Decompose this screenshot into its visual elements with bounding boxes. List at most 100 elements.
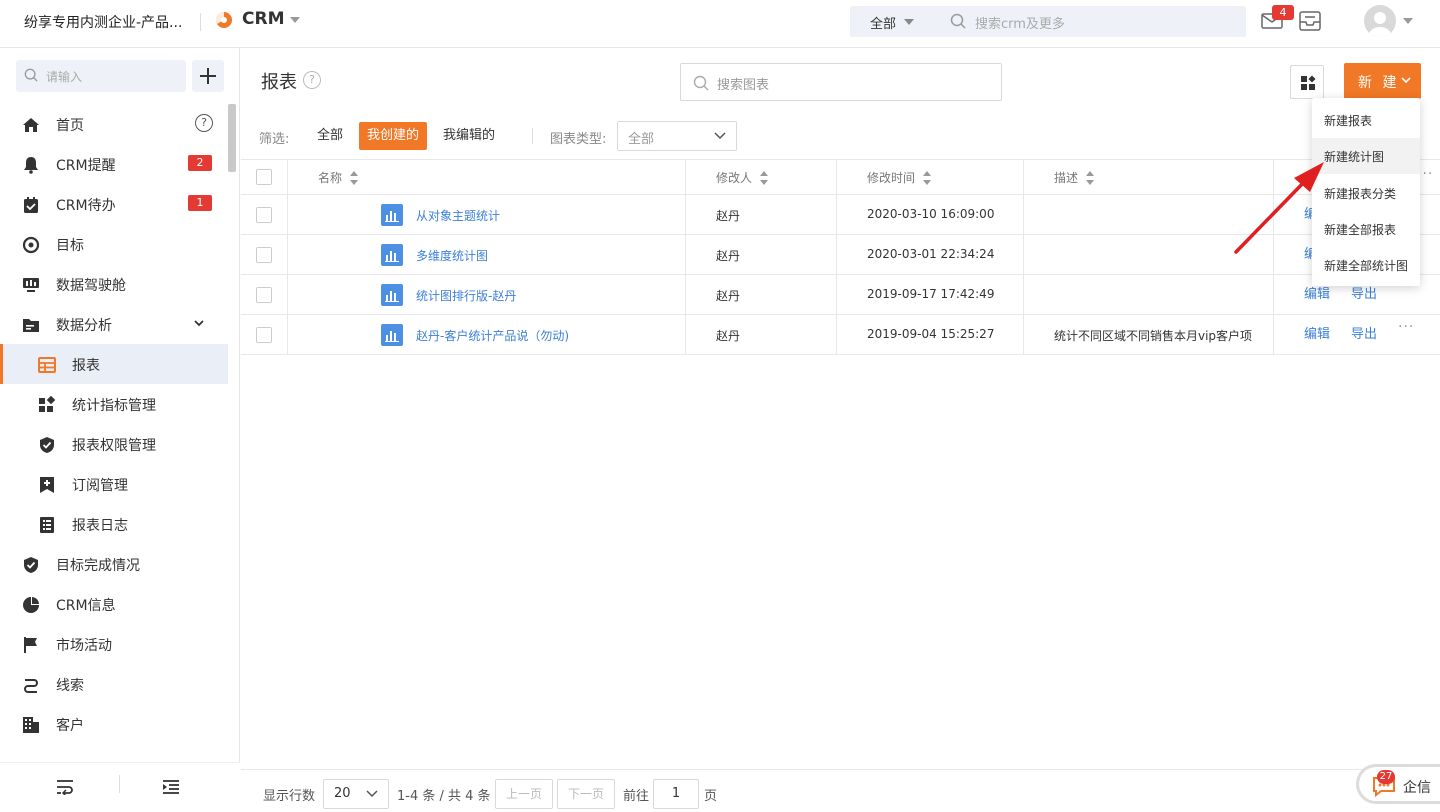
prev-page-button[interactable]: 上一页 bbox=[495, 779, 553, 809]
header-name[interactable]: 名称 bbox=[288, 160, 686, 194]
sidebar-item-home[interactable]: 首页 ? bbox=[0, 104, 228, 144]
desc-cell: 统计不同区域不同销售本月vip客户项 bbox=[1024, 315, 1274, 354]
scope-caret-icon[interactable] bbox=[904, 19, 914, 25]
description: 统计不同区域不同销售本月vip客户项 bbox=[1054, 329, 1253, 343]
report-name-link[interactable]: 从对象主题统计 bbox=[416, 207, 500, 224]
collapse-menu-icon[interactable] bbox=[162, 779, 180, 795]
page-number-input[interactable]: 1 bbox=[653, 779, 699, 809]
row-checkbox[interactable] bbox=[256, 327, 272, 343]
sidebar-item-cockpit[interactable]: 数据驾驶舱 bbox=[0, 264, 228, 304]
report-name-link[interactable]: 赵丹-客户统计产品说（勿动) bbox=[416, 327, 569, 344]
row-checkbox[interactable] bbox=[256, 287, 272, 303]
layout-toggle-button[interactable] bbox=[1290, 65, 1324, 99]
report-name-link[interactable]: 统计图排行版-赵丹 bbox=[416, 287, 516, 304]
more-icon[interactable]: ··· bbox=[1398, 319, 1414, 335]
modifier-cell: 赵丹 bbox=[686, 275, 837, 314]
menu-item-label: 新建统计图 bbox=[1324, 150, 1385, 164]
help-icon[interactable]: ? bbox=[303, 71, 321, 89]
sort-icon[interactable] bbox=[923, 171, 931, 185]
time-cell: 2020-03-01 22:34:24 bbox=[837, 235, 1024, 274]
menu-item-label: 新建报表分类 bbox=[1324, 187, 1397, 201]
column-header: 描述 bbox=[1054, 171, 1079, 185]
qixin-label: 企信 bbox=[1403, 780, 1431, 796]
sidebar-item-report-log[interactable]: 报表日志 bbox=[0, 504, 228, 544]
new-button[interactable]: 新 建 bbox=[1344, 63, 1421, 99]
pie-icon bbox=[23, 597, 39, 613]
sidebar-item-crm-info[interactable]: CRM信息 bbox=[0, 584, 228, 624]
table-row[interactable]: 赵丹-客户统计产品说（勿动) 赵丹 2019-09-04 15:25:27 统计… bbox=[241, 315, 1440, 355]
search-scope[interactable]: 全部 bbox=[870, 13, 896, 32]
chevron-down-icon bbox=[714, 132, 726, 140]
widgets-icon bbox=[1301, 75, 1316, 90]
header-modifier[interactable]: 修改人 bbox=[686, 160, 837, 194]
row-checkbox-cell bbox=[241, 195, 288, 234]
sidebar-item-report[interactable]: 报表 bbox=[0, 344, 228, 384]
menu-item-label: 新建全部统计图 bbox=[1324, 259, 1409, 273]
goto-label: 前往 bbox=[623, 789, 650, 804]
sidebar-item-label: 统计指标管理 bbox=[72, 398, 156, 414]
modifier-cell: 赵丹 bbox=[686, 235, 837, 274]
sidebar-item-customer[interactable]: 客户 bbox=[0, 704, 228, 744]
inbox-icon[interactable] bbox=[1298, 10, 1322, 32]
chevron-down-icon[interactable] bbox=[194, 318, 204, 328]
sidebar-item-data-analysis[interactable]: 数据分析 bbox=[0, 304, 228, 344]
sidebar-item-label: 目标完成情况 bbox=[56, 558, 140, 574]
sidebar-item-target-completion[interactable]: 目标完成情况 bbox=[0, 544, 228, 584]
widgets-icon bbox=[39, 396, 56, 412]
name-cell: 统计图排行版-赵丹 bbox=[288, 275, 686, 314]
sidebar-item-metrics[interactable]: 统计指标管理 bbox=[0, 384, 228, 424]
menu-item-new-report[interactable]: 新建报表 bbox=[1312, 102, 1420, 138]
sidebar-item-crm-todo[interactable]: CRM待办 1 bbox=[0, 184, 228, 224]
row-checkbox[interactable] bbox=[256, 207, 272, 223]
global-search[interactable]: 全部 搜索crm及更多 bbox=[850, 6, 1246, 37]
select-all-checkbox[interactable] bbox=[256, 169, 272, 185]
chart-search-input[interactable]: 搜索图表 bbox=[680, 63, 1002, 101]
modifier: 赵丹 bbox=[716, 329, 741, 343]
search-placeholder[interactable]: 搜索crm及更多 bbox=[975, 13, 1065, 32]
sidebar-scrollbar[interactable] bbox=[228, 104, 236, 172]
table-row[interactable]: 统计图排行版-赵丹 赵丹 2019-09-17 17:42:49 编辑 导出 bbox=[241, 275, 1440, 315]
filter-all[interactable]: 全部 bbox=[309, 122, 351, 150]
sidebar-item-marketing[interactable]: 市场活动 bbox=[0, 624, 228, 664]
list-icon bbox=[40, 517, 54, 533]
company-name[interactable]: 纷享专用内测企业-产品... bbox=[24, 12, 182, 32]
row-checkbox[interactable] bbox=[256, 247, 272, 263]
bell-icon bbox=[24, 157, 38, 174]
edit-link[interactable]: 编辑 bbox=[1304, 323, 1330, 342]
page-size-select[interactable]: 20 bbox=[323, 779, 389, 809]
sidebar-item-label: CRM待办 bbox=[56, 198, 116, 214]
sidebar-item-label: 报表权限管理 bbox=[72, 438, 156, 454]
flag-icon bbox=[24, 637, 37, 653]
add-button[interactable] bbox=[192, 60, 224, 92]
header-time[interactable]: 修改时间 bbox=[837, 160, 1024, 194]
filter-created-by-me[interactable]: 我创建的 bbox=[359, 122, 428, 150]
wrap-icon[interactable] bbox=[56, 779, 74, 795]
search-icon bbox=[693, 75, 709, 91]
sidebar-item-target[interactable]: 目标 bbox=[0, 224, 228, 264]
sidebar-item-permissions[interactable]: 报表权限管理 bbox=[0, 424, 228, 464]
avatar[interactable] bbox=[1364, 5, 1396, 37]
app-name[interactable]: CRM bbox=[242, 9, 284, 29]
pagination: 显示行数 20 1-4 条 / 共 4 条 上一页 下一页 前往 1 页 bbox=[241, 769, 1440, 812]
avatar-caret-icon[interactable] bbox=[1403, 18, 1413, 24]
sort-icon[interactable] bbox=[350, 171, 358, 185]
report-name-link[interactable]: 多维度统计图 bbox=[416, 247, 488, 264]
sidebar-item-subscription[interactable]: 订阅管理 bbox=[0, 464, 228, 504]
next-page-button[interactable]: 下一页 bbox=[557, 779, 615, 809]
help-icon[interactable]: ? bbox=[195, 114, 213, 132]
filter-edited-by-me[interactable]: 我编辑的 bbox=[435, 122, 503, 150]
target-icon bbox=[22, 236, 40, 254]
sidebar-item-crm-reminder[interactable]: CRM提醒 2 bbox=[0, 144, 228, 184]
modifier: 赵丹 bbox=[716, 249, 741, 263]
app-switch-caret-icon[interactable] bbox=[290, 17, 300, 23]
sidebar-item-leads[interactable]: 线索 bbox=[0, 664, 228, 704]
crm-logo-icon bbox=[215, 11, 232, 28]
export-link[interactable]: 导出 bbox=[1351, 323, 1377, 342]
bar-chart-icon bbox=[381, 284, 403, 306]
qixin-chat-button[interactable]: 27 企信 bbox=[1356, 764, 1440, 804]
chart-type-select[interactable]: 全部 bbox=[617, 121, 737, 151]
sort-icon[interactable] bbox=[760, 171, 768, 185]
rows-label: 显示行数 bbox=[263, 789, 316, 804]
sort-icon[interactable] bbox=[1086, 171, 1094, 185]
sidebar-search-input[interactable]: 请输入 bbox=[16, 60, 186, 92]
